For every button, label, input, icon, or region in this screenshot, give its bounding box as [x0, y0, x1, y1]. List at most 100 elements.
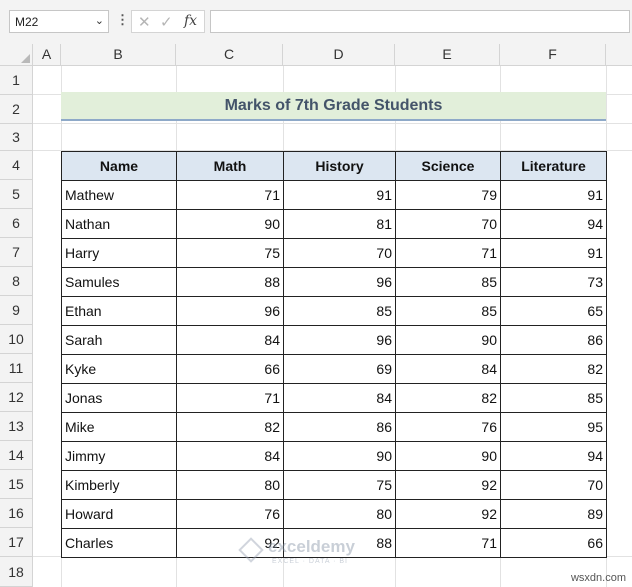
row-header-12[interactable]: 12 — [0, 383, 33, 412]
sheet-title[interactable]: Marks of 7th Grade Students — [61, 92, 606, 121]
cell-name[interactable]: Howard — [61, 499, 177, 529]
header-math[interactable]: Math — [176, 151, 284, 181]
column-header-c[interactable]: C — [176, 44, 283, 66]
cell-science[interactable]: 92 — [395, 499, 501, 529]
cell-name[interactable]: Mathew — [61, 180, 177, 210]
chevron-down-icon[interactable]: ⌄ — [95, 14, 104, 27]
cell-name[interactable]: Charles — [61, 528, 177, 558]
cell-science[interactable]: 71 — [395, 528, 501, 558]
cell-literature[interactable]: 73 — [500, 267, 607, 297]
cell-literature[interactable]: 94 — [500, 441, 607, 471]
row-header-18[interactable]: 18 — [0, 557, 33, 587]
cell-science[interactable]: 90 — [395, 325, 501, 355]
cell-math[interactable]: 66 — [176, 354, 284, 384]
cell-math[interactable]: 71 — [176, 383, 284, 413]
header-name[interactable]: Name — [61, 151, 177, 181]
cell-history[interactable]: 81 — [283, 209, 396, 239]
cell-literature[interactable]: 95 — [500, 412, 607, 442]
cell-name[interactable]: Nathan — [61, 209, 177, 239]
cell-science[interactable]: 92 — [395, 470, 501, 500]
cell-math[interactable]: 84 — [176, 325, 284, 355]
column-header-g[interactable] — [606, 44, 632, 66]
more-options-icon[interactable]: ⋮ — [116, 12, 129, 28]
cell-history[interactable]: 86 — [283, 412, 396, 442]
cell-literature[interactable]: 94 — [500, 209, 607, 239]
row-header-17[interactable]: 17 — [0, 528, 33, 557]
cell-science[interactable]: 71 — [395, 238, 501, 268]
cell-literature[interactable]: 82 — [500, 354, 607, 384]
cell-name[interactable]: Harry — [61, 238, 177, 268]
cell-literature[interactable]: 66 — [500, 528, 607, 558]
cell-math[interactable]: 75 — [176, 238, 284, 268]
cell-history[interactable]: 91 — [283, 180, 396, 210]
column-header-e[interactable]: E — [395, 44, 500, 66]
cell-history[interactable]: 85 — [283, 296, 396, 326]
column-header-b[interactable]: B — [61, 44, 176, 66]
cell-name[interactable]: Mike — [61, 412, 177, 442]
cell-science[interactable]: 70 — [395, 209, 501, 239]
cell-math[interactable]: 88 — [176, 267, 284, 297]
enter-check-icon[interactable]: ✓ — [160, 13, 173, 31]
row-header-6[interactable]: 6 — [0, 209, 33, 238]
cell-name[interactable]: Jonas — [61, 383, 177, 413]
cell-science[interactable]: 85 — [395, 296, 501, 326]
cell-science[interactable]: 82 — [395, 383, 501, 413]
cell-science[interactable]: 85 — [395, 267, 501, 297]
cell-math[interactable]: 71 — [176, 180, 284, 210]
cell-history[interactable]: 80 — [283, 499, 396, 529]
cell-history[interactable]: 90 — [283, 441, 396, 471]
cell-science[interactable]: 90 — [395, 441, 501, 471]
cell-history[interactable]: 96 — [283, 325, 396, 355]
row-header-9[interactable]: 9 — [0, 296, 33, 325]
cell-literature[interactable]: 91 — [500, 238, 607, 268]
cell-history[interactable]: 96 — [283, 267, 396, 297]
row-header-8[interactable]: 8 — [0, 267, 33, 296]
cell-science[interactable]: 76 — [395, 412, 501, 442]
cell-name[interactable]: Ethan — [61, 296, 177, 326]
row-header-3[interactable]: 3 — [0, 124, 33, 151]
cell-name[interactable]: Sarah — [61, 325, 177, 355]
row-header-5[interactable]: 5 — [0, 180, 33, 209]
cell-math[interactable]: 82 — [176, 412, 284, 442]
cancel-icon[interactable]: ✕ — [138, 13, 151, 31]
row-header-4[interactable]: 4 — [0, 151, 33, 180]
cell-science[interactable]: 84 — [395, 354, 501, 384]
cell-math[interactable]: 76 — [176, 499, 284, 529]
cell-history[interactable]: 70 — [283, 238, 396, 268]
cell-literature[interactable]: 85 — [500, 383, 607, 413]
row-header-15[interactable]: 15 — [0, 470, 33, 499]
cell-name[interactable]: Kyke — [61, 354, 177, 384]
cell-science[interactable]: 79 — [395, 180, 501, 210]
select-all-button[interactable] — [0, 44, 33, 66]
header-science[interactable]: Science — [395, 151, 501, 181]
row-header-10[interactable]: 10 — [0, 325, 33, 354]
header-history[interactable]: History — [283, 151, 396, 181]
header-literature[interactable]: Literature — [500, 151, 607, 181]
cell-literature[interactable]: 65 — [500, 296, 607, 326]
row-header-1[interactable]: 1 — [0, 66, 33, 95]
cell-literature[interactable]: 70 — [500, 470, 607, 500]
cell-name[interactable]: Jimmy — [61, 441, 177, 471]
column-header-d[interactable]: D — [283, 44, 395, 66]
row-header-14[interactable]: 14 — [0, 441, 33, 470]
cell-math[interactable]: 96 — [176, 296, 284, 326]
row-header-13[interactable]: 13 — [0, 412, 33, 441]
cell-math[interactable]: 90 — [176, 209, 284, 239]
column-header-a[interactable]: A — [33, 44, 61, 66]
cell-literature[interactable]: 86 — [500, 325, 607, 355]
cell-history[interactable]: 84 — [283, 383, 396, 413]
cell-history[interactable]: 69 — [283, 354, 396, 384]
cell-math[interactable]: 80 — [176, 470, 284, 500]
row-header-11[interactable]: 11 — [0, 354, 33, 383]
cell-math[interactable]: 84 — [176, 441, 284, 471]
cell-literature[interactable]: 89 — [500, 499, 607, 529]
cell-literature[interactable]: 91 — [500, 180, 607, 210]
column-header-f[interactable]: F — [500, 44, 606, 66]
name-box[interactable]: M22 ⌄ — [9, 10, 109, 33]
row-header-7[interactable]: 7 — [0, 238, 33, 267]
formula-input[interactable] — [210, 10, 630, 33]
cell-history[interactable]: 75 — [283, 470, 396, 500]
row-header-2[interactable]: 2 — [0, 95, 33, 124]
row-header-16[interactable]: 16 — [0, 499, 33, 528]
cell-name[interactable]: Samules — [61, 267, 177, 297]
